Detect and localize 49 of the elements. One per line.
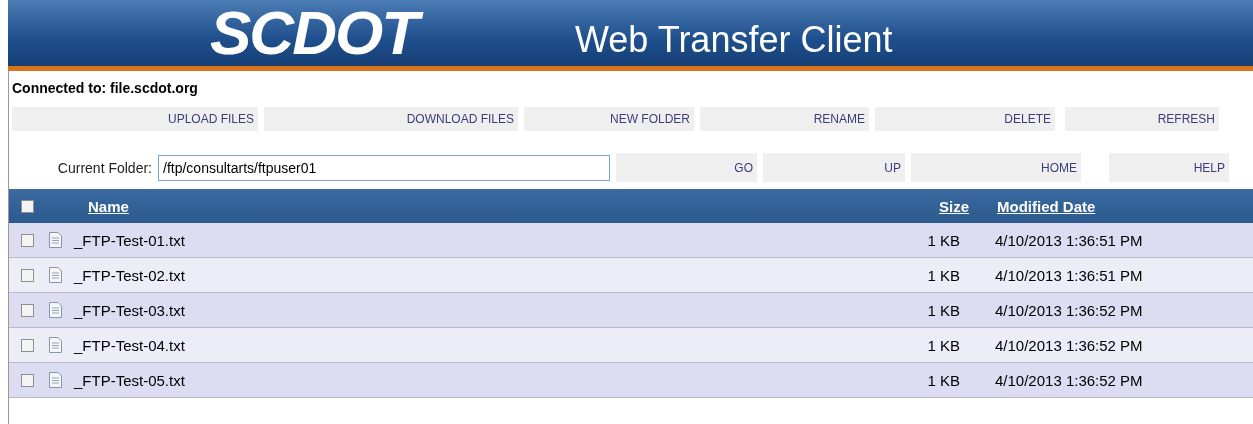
text-file-icon [49,302,62,318]
row-checkbox[interactable] [21,233,34,247]
file-size: 1 KB [926,336,960,354]
column-header[interactable]: Modified Date [997,197,1096,215]
app-title: Web Transfer Client [575,19,893,61]
file-name: _FTP-Test-04.txt [74,336,186,354]
toolbar-button[interactable]: REFRESH [1065,107,1219,131]
text-file-icon [49,372,62,388]
nav-button[interactable]: HOME [911,153,1081,182]
file-row[interactable]: _FTP-Test-02.txt 1 KB 4/10/2013 1:36:51 PM [9,258,1253,293]
nav-button[interactable]: GO [616,153,757,182]
toolbar-button[interactable]: NEW FOLDER [524,107,694,131]
text-file-icon [49,267,62,283]
file-row[interactable]: _FTP-Test-03.txt 1 KB 4/10/2013 1:36:52 PM [9,293,1253,328]
file-size: 1 KB [926,266,960,284]
toolbar-button[interactable]: RENAME [700,107,869,131]
nav-button[interactable]: HELP [1109,153,1229,182]
toolbar-button[interactable]: DELETE [875,107,1055,131]
file-name: _FTP-Test-02.txt [74,266,186,284]
field-label: Current Folder: [56,159,152,176]
select-all-checkbox[interactable] [21,199,34,213]
modified-date: 4/10/2013 1:36:52 PM [995,301,1143,319]
file-name: _FTP-Test-05.txt [74,371,186,389]
nav-button[interactable]: UP [763,153,905,182]
toolbar-button[interactable]: UPLOAD FILES [12,107,258,131]
file-row[interactable]: _FTP-Test-01.txt 1 KB 4/10/2013 1:36:51 PM [9,223,1253,258]
connection-status: Connected to: file.scdot.org [11,79,199,98]
row-checkbox[interactable] [21,338,34,352]
file-row[interactable]: _FTP-Test-04.txt 1 KB 4/10/2013 1:36:52 PM [9,328,1253,363]
row-checkbox[interactable] [21,268,34,282]
file-size: 1 KB [926,231,960,249]
file-row[interactable]: _FTP-Test-05.txt 1 KB 4/10/2013 1:36:52 PM [9,363,1253,398]
row-checkbox[interactable] [21,373,34,387]
modified-date: 4/10/2013 1:36:51 PM [995,266,1143,284]
file-name: _FTP-Test-01.txt [74,231,186,249]
file-size: 1 KB [926,301,960,319]
toolbar-button[interactable]: DOWNLOAD FILES [264,107,518,131]
text-file-icon [49,232,62,248]
column-header[interactable]: Size [898,197,969,215]
logo: SCDOT [206,0,427,69]
file-name: _FTP-Test-03.txt [74,301,186,319]
modified-date: 4/10/2013 1:36:51 PM [995,231,1143,249]
text-file-icon [49,337,62,353]
file-size: 1 KB [926,371,960,389]
column-header[interactable]: Name [88,197,898,215]
modified-date: 4/10/2013 1:36:52 PM [995,371,1143,389]
folder-path-field[interactable]: /ftp/consultarts/ftpuser01 [158,154,610,181]
row-checkbox[interactable] [21,303,34,317]
modified-date: 4/10/2013 1:36:52 PM [995,336,1143,354]
